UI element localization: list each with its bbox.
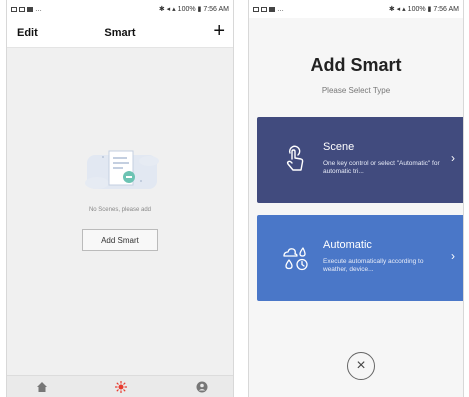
status-right: ✱ ◂ ▴ 100% ▮ 7:56 AM bbox=[389, 5, 459, 13]
notification-icons: … bbox=[11, 6, 42, 13]
empty-scenes-illustration bbox=[85, 150, 159, 189]
app-icon bbox=[27, 6, 33, 12]
chevron-right-icon: › bbox=[451, 249, 455, 263]
automatic-card[interactable]: Automatic Execute automatically accordin… bbox=[257, 215, 463, 301]
card-description: One key control or select "Automatic" fo… bbox=[323, 160, 440, 175]
bottom-nav bbox=[7, 375, 233, 397]
smart-icon[interactable] bbox=[114, 380, 128, 394]
header: Edit Smart + bbox=[7, 18, 233, 48]
notification-icons: … bbox=[253, 6, 284, 13]
card-title: Scene bbox=[323, 141, 355, 153]
touch-icon bbox=[286, 145, 304, 171]
status-right: ✱ ◂ ▴ 100% ▮ 7:56 AM bbox=[159, 5, 229, 13]
status-text: 100% ▮ 7:56 AM bbox=[407, 6, 459, 13]
status-bar: … ✱ ◂ ▴ 100% ▮ 7:56 AM bbox=[249, 0, 463, 18]
add-smart-button[interactable]: Add Smart bbox=[82, 229, 158, 251]
weather-clock-icon bbox=[283, 247, 308, 271]
chevron-right-icon: › bbox=[451, 151, 455, 165]
message-icon bbox=[19, 6, 25, 12]
more-icon: … bbox=[277, 5, 284, 13]
empty-message: No Scenes, please add bbox=[88, 207, 152, 213]
edit-button[interactable]: Edit bbox=[17, 27, 38, 39]
message-icon bbox=[261, 6, 267, 12]
page-subtitle: Please Select Type bbox=[321, 86, 391, 95]
signal-icon: ✱ ◂ ▴ bbox=[388, 6, 406, 13]
plus-icon[interactable]: + bbox=[213, 21, 225, 41]
app-icon bbox=[269, 6, 275, 12]
status-text: 100% ▮ 7:56 AM bbox=[177, 6, 229, 13]
signal-icon: ✱ ◂ ▴ bbox=[158, 6, 176, 13]
close-icon[interactable]: × bbox=[347, 352, 375, 380]
add-smart-screen: … ✱ ◂ ▴ 100% ▮ 7:56 AM Add Smart Please … bbox=[248, 0, 464, 397]
page-title: Smart bbox=[104, 27, 136, 39]
card-description: Execute automatically according to weath… bbox=[323, 258, 424, 273]
smart-screen: … ✱ ◂ ▴ 100% ▮ 7:56 AM Edit Smart + No S… bbox=[6, 0, 234, 397]
gallery-icon bbox=[253, 6, 259, 12]
card-title: Automatic bbox=[323, 239, 372, 251]
page-title: Add Smart bbox=[310, 55, 402, 75]
scene-card[interactable]: Scene One key control or select "Automat… bbox=[257, 117, 463, 203]
gallery-icon bbox=[11, 6, 17, 12]
home-icon[interactable] bbox=[35, 380, 49, 394]
status-bar: … ✱ ◂ ▴ 100% ▮ 7:56 AM bbox=[7, 0, 233, 18]
more-icon: … bbox=[35, 5, 42, 13]
profile-icon[interactable] bbox=[195, 380, 209, 394]
